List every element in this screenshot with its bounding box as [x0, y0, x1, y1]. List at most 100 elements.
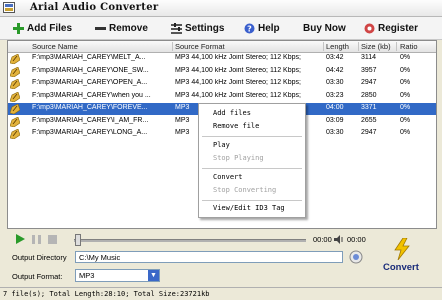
play-icon[interactable]: [15, 234, 25, 244]
menu-item-convert[interactable]: Convert: [213, 173, 243, 181]
settings-label: Settings: [185, 22, 225, 34]
convert-label: Convert: [383, 262, 419, 273]
menu-item-play[interactable]: Play: [213, 141, 230, 149]
cell-size: 2850: [361, 91, 377, 99]
cell-length: 03:42: [326, 54, 344, 61]
cell-ratio: 0%: [400, 66, 411, 74]
cell-length: 04:42: [326, 66, 344, 74]
cell-name: F:\mp3\MARIAH_CAREY\when you ...: [32, 91, 151, 99]
menu-separator: [202, 136, 302, 137]
cell-ratio: 0%: [400, 104, 411, 111]
cell-format: MP3 44,100 kHz Joint Stereo; 112 Kbps;: [175, 54, 301, 61]
add-files-button[interactable]: Add Files: [13, 20, 72, 36]
cell-name: F:\mp3\MARIAH_CAREY\FOREVE...: [32, 104, 148, 111]
register-icon: [364, 23, 375, 33]
cell-name: F:\mp3\MARIAH_CAREY\ONE_SW...: [32, 66, 149, 74]
file-row[interactable]: F:\mp3\MARIAH_CAREY\ONE_SW... MP3 44,100 …: [8, 66, 436, 78]
stop-icon[interactable]: [48, 235, 57, 244]
status-text: 7 file(s); Total Length:28:10; Total Siz…: [3, 290, 210, 298]
toolbar: Add Files Remove Settings ? Help Buy Now…: [0, 17, 442, 40]
svg-text:?: ?: [247, 24, 252, 33]
seek-handle[interactable]: [75, 234, 81, 246]
lightning-icon: [394, 238, 410, 260]
convert-button[interactable]: Convert: [380, 238, 424, 276]
file-row[interactable]: F:\mp3\MARIAH_CAREY\OPEN_A... MP3 44,100 …: [8, 78, 436, 90]
output-format-select[interactable]: MP3 ▼: [75, 269, 160, 282]
buy-now-button[interactable]: Buy Now: [303, 20, 346, 36]
register-button[interactable]: Register: [364, 20, 418, 36]
cell-name: F:\mp3\MARIAH_CAREY\I_AM_FR...: [32, 116, 149, 124]
cell-name: F:\mp3\MARIAH_CAREY\LONG_A...: [32, 129, 148, 136]
file-row[interactable]: F:\mp3\MARIAH_CAREY\when you ... MP3 44,1…: [8, 91, 436, 103]
buy-now-label: Buy Now: [303, 22, 346, 34]
cell-size: 2655: [361, 116, 377, 124]
status-bar: 7 file(s); Total Length:28:10; Total Siz…: [0, 287, 442, 300]
cell-size: 2947: [361, 79, 377, 86]
cell-length: 03:30: [326, 129, 344, 136]
menu-separator: [202, 200, 302, 201]
plus-icon: [13, 22, 24, 34]
app-icon: [3, 2, 15, 13]
cell-size: 3371: [361, 104, 377, 111]
volume-icon[interactable]: [334, 235, 344, 244]
help-button[interactable]: ? Help: [244, 20, 280, 36]
cell-length: 03:09: [326, 116, 344, 124]
remove-button[interactable]: Remove: [95, 20, 148, 36]
seek-bar[interactable]: [74, 239, 306, 242]
audio-file-icon: [10, 79, 20, 89]
cell-size: 3114: [361, 54, 377, 61]
context-menu: Add files Remove file Play Stop Playing …: [198, 103, 306, 218]
cell-ratio: 0%: [400, 129, 411, 136]
column-header-size[interactable]: Size (kb): [361, 42, 391, 51]
audio-file-icon: [10, 116, 20, 127]
cell-ratio: 0%: [400, 91, 411, 99]
menu-separator: [202, 168, 302, 169]
audio-file-icon: [10, 129, 20, 139]
audio-file-icon: [10, 104, 20, 114]
pause-icon[interactable]: [32, 235, 41, 244]
help-label: Help: [258, 22, 280, 34]
output-format-label: Output Format:: [12, 272, 63, 281]
cell-length: 03:23: [326, 91, 344, 99]
settings-icon: [171, 22, 182, 34]
column-header-source-name[interactable]: Source Name: [32, 42, 78, 51]
cell-name: F:\mp3\MARIAH_CAREY\OPEN_A...: [32, 79, 148, 86]
cell-format: MP3 44,100 kHz Joint Stereo; 112 Kbps;: [175, 79, 301, 86]
cell-size: 3957: [361, 66, 377, 74]
total-time: 00:00: [347, 235, 366, 244]
menu-item-view-edit-id3-tag[interactable]: View/Edit ID3 Tag: [213, 204, 285, 212]
column-header-source-format[interactable]: Source Format: [175, 42, 225, 51]
add-files-label: Add Files: [27, 22, 73, 34]
cell-ratio: 0%: [400, 79, 411, 86]
browse-folder-icon[interactable]: [349, 250, 363, 264]
window-title: Arial Audio Converter: [30, 2, 159, 13]
list-header: Source Name Source Format Length Size (k…: [8, 41, 436, 53]
cell-length: 03:30: [326, 79, 344, 86]
register-label: Register: [378, 22, 419, 34]
minus-icon: [95, 26, 106, 30]
cell-ratio: 0%: [400, 116, 411, 124]
chevron-down-icon[interactable]: ▼: [148, 270, 159, 281]
menu-item-remove-file[interactable]: Remove file: [213, 122, 259, 130]
column-header-length[interactable]: Length: [326, 42, 349, 51]
output-directory-label: Output Directory: [12, 253, 67, 262]
audio-file-icon: [10, 91, 20, 102]
current-time: 00:00: [313, 235, 332, 244]
output-directory-field[interactable]: C:\My Music: [75, 251, 343, 263]
title-bar: Arial Audio Converter: [0, 0, 442, 17]
cell-name: F:\mp3\MARIAH_CAREY\MELT_A...: [32, 54, 146, 61]
file-row[interactable]: F:\mp3\MARIAH_CAREY\MELT_A... MP3 44,100 …: [8, 53, 436, 65]
cell-size: 2947: [361, 129, 377, 136]
menu-item-stop-converting: Stop Converting: [213, 186, 277, 194]
cell-ratio: 0%: [400, 54, 411, 61]
output-format-value: MP3: [79, 271, 95, 280]
menu-item-stop-playing: Stop Playing: [213, 154, 264, 162]
cell-length: 04:00: [326, 104, 344, 111]
menu-item-add-files[interactable]: Add files: [213, 109, 251, 117]
help-icon: ?: [244, 23, 255, 33]
cell-format: MP3 44,100 kHz Joint Stereo; 112 Kbps;: [175, 66, 301, 74]
column-header-ratio[interactable]: Ratio: [400, 42, 418, 51]
audio-file-icon: [10, 66, 20, 77]
settings-button[interactable]: Settings: [171, 20, 224, 36]
cell-format: MP3 44,100 kHz Joint Stereo; 112 Kbps;: [175, 91, 301, 99]
